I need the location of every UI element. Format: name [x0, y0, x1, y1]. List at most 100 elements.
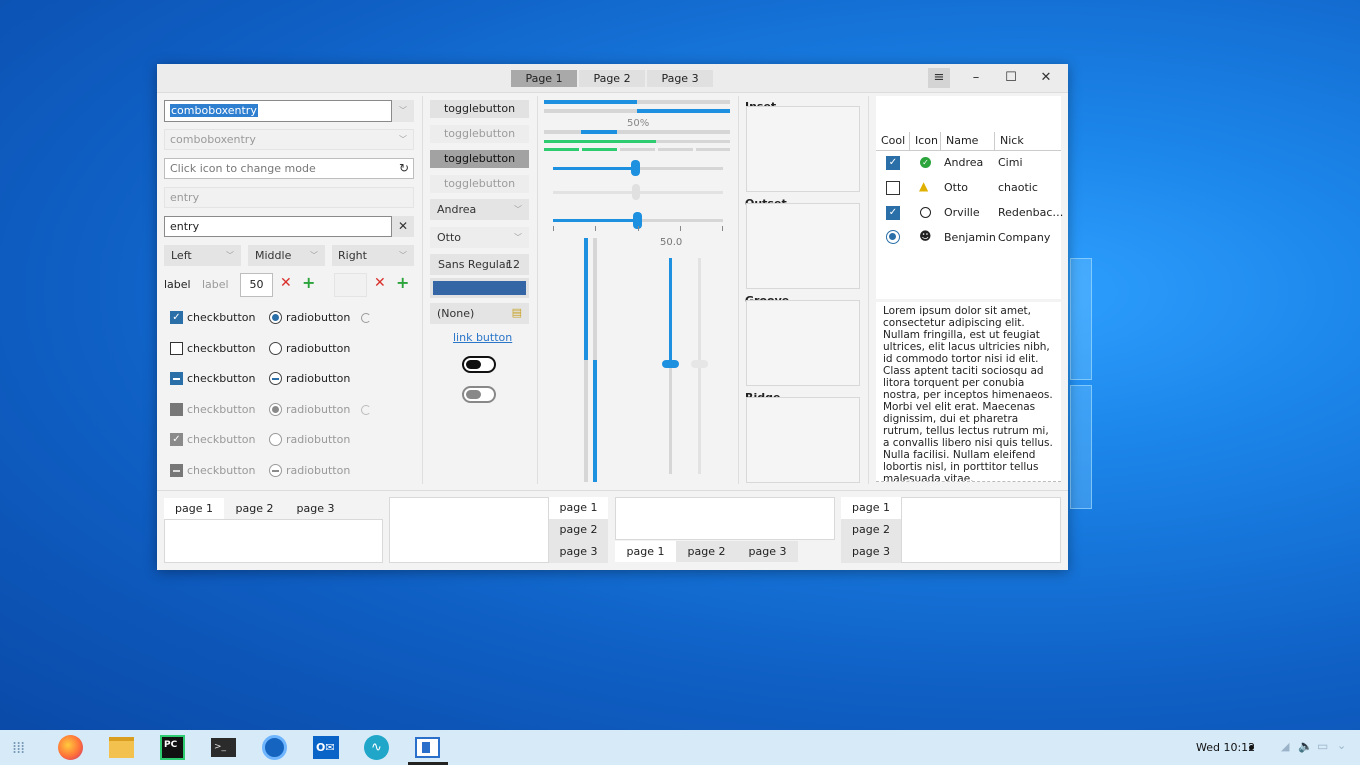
clearable-entry[interactable]: entry: [164, 216, 392, 237]
spin-increase-icon[interactable]: +: [396, 273, 409, 292]
combo-entry-1-dropdown[interactable]: ﹀: [392, 100, 414, 122]
maximize-icon[interactable]: ☐: [1000, 68, 1022, 88]
cool-radio-row-4[interactable]: [886, 230, 900, 244]
nb3-tab-page-1[interactable]: page 1: [615, 541, 676, 562]
scale-tick: [553, 226, 554, 231]
nb2-tab-page-1[interactable]: page 1: [549, 497, 608, 519]
link-button[interactable]: link button: [453, 331, 512, 344]
column-header-name[interactable]: Name: [941, 132, 995, 150]
tab-page-1[interactable]: Page 1: [511, 70, 577, 87]
text-view-content: Lorem ipsum dolor sit amet, consectetur …: [883, 305, 1053, 481]
icon-entry[interactable]: Click icon to change mode ↻: [164, 158, 414, 179]
clear-icon[interactable]: ✕: [392, 216, 414, 237]
combo-entry-2-text: comboboxentry: [170, 133, 256, 146]
spinner-icon: [361, 313, 371, 323]
spin-decrease-icon[interactable]: ✕: [280, 275, 292, 291]
power-icon[interactable]: [262, 735, 287, 760]
combo-entry-2: comboboxentry ﹀: [164, 129, 414, 150]
separator: [422, 96, 423, 484]
progress-bar-1-fill: [544, 100, 637, 104]
checkbox-mixed[interactable]: [170, 372, 183, 385]
combo-andrea[interactable]: Andrea ﹀: [430, 199, 529, 220]
battery-icon[interactable]: ▭: [1317, 739, 1328, 753]
outlook-icon[interactable]: O✉: [313, 736, 339, 759]
tab-page-2[interactable]: Page 2: [579, 70, 645, 87]
column-header-nick[interactable]: Nick: [995, 132, 1061, 150]
separator: [157, 490, 1068, 491]
file-chooser-button[interactable]: (None) ▤: [430, 303, 529, 324]
nb3-tab-page-3[interactable]: page 3: [737, 541, 798, 562]
spin-entry[interactable]: 50: [240, 273, 273, 297]
tab-page-3[interactable]: Page 3: [647, 70, 713, 87]
apps-grid-icon[interactable]: ⁞⁞⁞: [12, 739, 32, 759]
cool-checkbox-row-2[interactable]: [886, 181, 900, 195]
checkbox-unchecked[interactable]: [170, 342, 183, 355]
chevron-down-icon: ﹀: [399, 106, 407, 115]
spin-increase-icon[interactable]: +: [302, 273, 315, 292]
minimize-icon[interactable]: –: [965, 68, 987, 88]
combo-otto[interactable]: Otto ﹀: [430, 227, 529, 248]
window-icon[interactable]: [415, 737, 440, 758]
color-button[interactable]: [430, 278, 529, 298]
header-divider: [876, 150, 1061, 151]
cool-checkbox-row-1[interactable]: ✓: [886, 156, 900, 170]
nb4-tab-page-1[interactable]: page 1: [841, 497, 901, 519]
nb1-tab-page-3[interactable]: page 3: [285, 498, 346, 519]
audio-icon[interactable]: ∿: [364, 735, 389, 760]
segment-right[interactable]: Right ﹀: [332, 245, 414, 266]
spin-decrease-icon[interactable]: ✕: [374, 275, 386, 291]
hamburger-menu-icon[interactable]: ≡: [928, 68, 950, 88]
chevron-down-icon[interactable]: ⌄: [1337, 739, 1346, 752]
nb2-tab-page-2[interactable]: page 2: [549, 519, 608, 541]
nb3-tab-page-2[interactable]: page 2: [676, 541, 737, 562]
volume-icon[interactable]: 🔈: [1298, 739, 1313, 753]
tree-view[interactable]: Cool Icon Name Nick ✓ ✓ Andrea Cimi ▲ Ot…: [876, 96, 1063, 299]
firefox-icon[interactable]: [58, 735, 83, 760]
windows-logo-decoration: [1070, 385, 1092, 509]
refresh-icon[interactable]: ↻: [399, 159, 409, 178]
terminal-icon[interactable]: >_: [211, 738, 236, 757]
vertical-scale-1-handle[interactable]: [662, 360, 679, 368]
text-view[interactable]: Lorem ipsum dolor sit amet, consectetur …: [876, 302, 1061, 482]
nb4-tab-page-2[interactable]: page 2: [841, 519, 901, 541]
radio-unselected[interactable]: [269, 342, 282, 355]
nb1-tab-page-2[interactable]: page 2: [224, 498, 285, 519]
spinner-icon: [361, 405, 371, 415]
toggle-button-3[interactable]: togglebutton: [430, 150, 529, 168]
network-icon[interactable]: ◢: [1281, 740, 1289, 753]
chevron-down-icon: ﹀: [399, 251, 407, 260]
radio-mixed[interactable]: [269, 372, 282, 385]
files-icon[interactable]: [109, 737, 134, 758]
close-icon[interactable]: ✕: [1035, 68, 1057, 88]
chevron-down-icon: ﹀: [514, 233, 522, 242]
checkbox-checked[interactable]: ✓: [170, 311, 183, 324]
clock[interactable]: Wed 10:12: [1196, 741, 1255, 754]
font-button-size: 12: [506, 258, 520, 271]
toggle-button-1[interactable]: togglebutton: [430, 100, 529, 118]
checkbutton-label: checkbutton: [187, 433, 256, 446]
nb2-page: [389, 497, 549, 563]
radiobutton-label: radiobutton: [286, 403, 351, 416]
progress-bar-3: [544, 130, 730, 134]
switch-1[interactable]: [462, 356, 496, 373]
segment-middle[interactable]: Middle ﹀: [248, 245, 325, 266]
font-button[interactable]: Sans Regular 12: [430, 254, 529, 275]
pycharm-icon[interactable]: PC: [160, 735, 185, 760]
disabled-spin-entry: [334, 273, 367, 297]
segment-left[interactable]: Left ﹀: [164, 245, 241, 266]
column-header-cool[interactable]: Cool: [876, 132, 910, 150]
scale-1-handle[interactable]: [631, 160, 640, 176]
label-2: label: [202, 278, 229, 291]
scale-value-label: 50.0: [660, 237, 683, 248]
nb2-tab-page-3[interactable]: page 3: [549, 541, 608, 563]
radiobutton-label: radiobutton: [286, 433, 351, 446]
separator: [738, 96, 739, 484]
column-header-icon[interactable]: Icon: [910, 132, 941, 150]
face-icon: ☻: [919, 229, 932, 243]
radio-selected[interactable]: [269, 311, 282, 324]
level-bar-2-block: [582, 148, 617, 151]
combo-entry-1[interactable]: comboboxentry: [164, 100, 392, 122]
nb1-tab-page-1[interactable]: page 1: [164, 498, 224, 519]
cool-checkbox-row-3[interactable]: ✓: [886, 206, 900, 220]
nb4-tab-page-3[interactable]: page 3: [841, 541, 901, 563]
